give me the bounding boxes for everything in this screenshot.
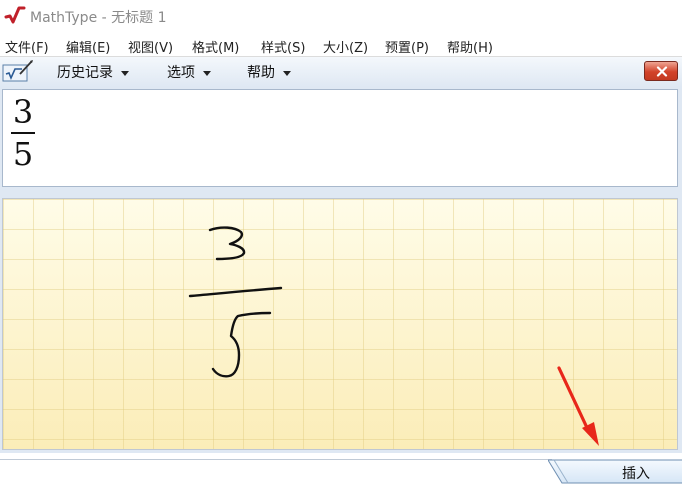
window-title: MathType - 无标题 1 bbox=[30, 10, 167, 26]
chevron-down-icon bbox=[121, 70, 129, 76]
math-input-panel-icon[interactable] bbox=[2, 59, 34, 83]
insert-button[interactable]: 插入 bbox=[547, 459, 682, 484]
menu-edit[interactable]: 编辑(E) bbox=[66, 37, 110, 56]
red-arrow-annotation bbox=[557, 366, 599, 446]
panel-help-menu[interactable]: 帮助 bbox=[247, 62, 291, 82]
menu-file[interactable]: 文件(F) bbox=[5, 37, 49, 56]
recognized-math-preview: 3 5 bbox=[2, 89, 678, 187]
menu-view[interactable]: 视图(V) bbox=[128, 37, 173, 56]
bottom-bar: 插入 bbox=[0, 453, 682, 484]
preview-numerator: 3 bbox=[12, 93, 34, 131]
menu-bar: 文件(F) 编辑(E) 视图(V) 格式(M) 样式(S) 大小(Z) 预置(P… bbox=[0, 34, 682, 56]
history-menu[interactable]: 历史记录 bbox=[57, 62, 129, 82]
chevron-down-icon bbox=[283, 70, 291, 76]
preview-fraction: 3 5 bbox=[11, 94, 35, 172]
options-menu-label: 选项 bbox=[167, 65, 195, 81]
history-menu-label: 历史记录 bbox=[57, 65, 113, 81]
menu-size[interactable]: 大小(Z) bbox=[323, 37, 368, 56]
title-bar: MathType - 无标题 1 bbox=[0, 0, 682, 32]
menu-preferences[interactable]: 预置(P) bbox=[385, 37, 429, 56]
chevron-down-icon bbox=[203, 70, 211, 76]
menu-help[interactable]: 帮助(H) bbox=[447, 37, 493, 56]
preview-fraction-bar bbox=[11, 132, 35, 134]
options-menu[interactable]: 选项 bbox=[167, 62, 211, 82]
menu-style[interactable]: 样式(S) bbox=[261, 37, 305, 56]
panel-help-menu-label: 帮助 bbox=[247, 65, 275, 81]
mathtype-logo-icon bbox=[4, 6, 26, 24]
preview-denominator: 5 bbox=[12, 135, 34, 173]
insert-button-label: 插入 bbox=[622, 466, 650, 482]
close-button[interactable] bbox=[644, 61, 678, 81]
close-icon bbox=[656, 66, 668, 77]
menu-format[interactable]: 格式(M) bbox=[192, 37, 239, 56]
math-input-panel-toolbar: 历史记录 选项 帮助 bbox=[0, 57, 682, 88]
preview-area: 3 5 bbox=[0, 87, 682, 191]
bottom-divider bbox=[0, 459, 552, 460]
